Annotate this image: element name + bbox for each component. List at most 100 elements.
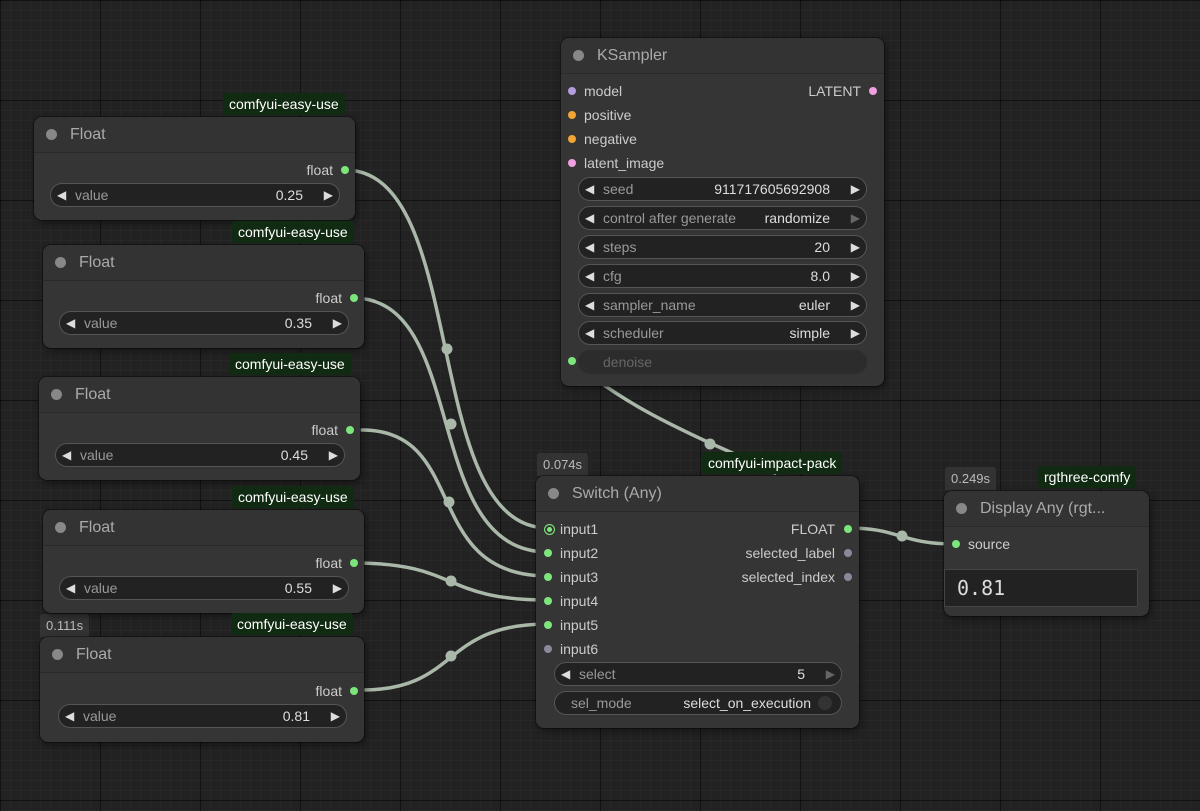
input-label: latent_image xyxy=(584,155,665,171)
input-slot-latent-image[interactable] xyxy=(568,159,576,167)
decrement-arrow-icon[interactable]: ◀ xyxy=(585,265,594,287)
decrement-arrow-icon[interactable]: ◀ xyxy=(57,184,66,206)
output-label: LATENT xyxy=(808,83,861,99)
toggle-knob-icon[interactable] xyxy=(818,696,832,710)
control-after-generate-widget[interactable]: ◀ control after generate randomize ▶ xyxy=(578,206,867,230)
decrement-arrow-icon[interactable]: ◀ xyxy=(66,577,75,599)
decrement-arrow-icon[interactable]: ◀ xyxy=(65,705,74,727)
collapse-dot-icon[interactable] xyxy=(51,389,62,400)
widget-label: value xyxy=(83,708,117,724)
output-label: float xyxy=(315,683,342,699)
decrement-arrow-icon[interactable]: ◀ xyxy=(585,322,594,344)
collapse-dot-icon[interactable] xyxy=(573,50,584,61)
collapse-dot-icon[interactable] xyxy=(52,649,63,660)
value-widget[interactable]: ◀ value 0.55 ▶ xyxy=(59,576,349,600)
input-slot-model[interactable] xyxy=(568,87,576,95)
increment-arrow-icon[interactable]: ▶ xyxy=(333,577,342,599)
decrement-arrow-icon[interactable]: ◀ xyxy=(585,236,594,258)
display-value-text: 0.81 xyxy=(944,569,1138,607)
node-title: Float xyxy=(79,518,115,536)
decrement-arrow-icon[interactable]: ◀ xyxy=(561,663,570,685)
select-widget[interactable]: ◀ select 5 ▶ xyxy=(554,662,842,686)
increment-arrow-icon[interactable]: ▶ xyxy=(851,236,860,258)
input-slot-input2[interactable] xyxy=(544,549,552,557)
collapse-dot-icon[interactable] xyxy=(548,488,559,499)
node-title-bar[interactable]: Switch (Any) xyxy=(536,476,859,512)
output-slot[interactable] xyxy=(350,294,358,302)
increment-arrow-icon[interactable]: ▶ xyxy=(851,294,860,316)
input-slot-input1[interactable] xyxy=(544,524,555,535)
input-slot-input3[interactable] xyxy=(544,573,552,581)
float-node[interactable]: Float float ◀ value 0.55 ▶ xyxy=(43,510,364,613)
node-title-bar[interactable]: Float xyxy=(34,117,355,153)
node-title: Float xyxy=(79,253,115,271)
decrement-arrow-icon[interactable]: ◀ xyxy=(62,444,71,466)
sel-mode-toggle[interactable]: sel_mode select_on_execution xyxy=(554,691,842,715)
node-title-bar[interactable]: Float xyxy=(39,377,360,413)
scheduler-widget[interactable]: ◀ scheduler simple ▶ xyxy=(578,321,867,345)
output-slot-latent[interactable] xyxy=(869,87,877,95)
seed-widget[interactable]: ◀ seed 911717605692908 ▶ xyxy=(578,177,867,201)
collapse-dot-icon[interactable] xyxy=(46,129,57,140)
decrement-arrow-icon[interactable]: ◀ xyxy=(585,294,594,316)
value-widget[interactable]: ◀ value 0.45 ▶ xyxy=(55,443,345,467)
input-slot-negative[interactable] xyxy=(568,135,576,143)
cfg-widget[interactable]: ◀ cfg 8.0 ▶ xyxy=(578,264,867,288)
widget-value: randomize xyxy=(764,210,830,226)
increment-arrow-icon[interactable]: ▶ xyxy=(329,444,338,466)
output-slot[interactable] xyxy=(341,166,349,174)
float-node[interactable]: Float float ◀ value 0.35 ▶ xyxy=(43,245,364,348)
increment-arrow-icon[interactable]: ▶ xyxy=(324,184,333,206)
switch-any-node[interactable]: Switch (Any) input1 input2 input3 input4… xyxy=(536,476,859,728)
decrement-arrow-icon[interactable]: ◀ xyxy=(585,207,594,229)
input-label: model xyxy=(584,83,623,99)
widget-value: euler xyxy=(798,297,830,313)
steps-widget[interactable]: ◀ steps 20 ▶ xyxy=(578,235,867,259)
widget-value: 5 xyxy=(797,666,805,682)
collapse-dot-icon[interactable] xyxy=(956,503,967,514)
display-any-node[interactable]: Display Any (rgt... source 0.81 xyxy=(944,491,1149,616)
float-node[interactable]: Float float ◀ value 0.81 ▶ xyxy=(40,637,364,742)
output-slot-float[interactable] xyxy=(844,525,852,533)
increment-arrow-icon[interactable]: ▶ xyxy=(851,322,860,344)
value-widget[interactable]: ◀ value 0.25 ▶ xyxy=(50,183,340,207)
collapse-dot-icon[interactable] xyxy=(55,257,66,268)
increment-arrow-icon[interactable]: ▶ xyxy=(331,705,340,727)
node-source-tag: comfyui-impact-pack xyxy=(702,452,843,474)
input-slot-input6[interactable] xyxy=(544,645,552,653)
node-title: Float xyxy=(75,385,111,403)
increment-arrow-icon[interactable]: ▶ xyxy=(851,178,860,200)
denoise-widget-disabled: denoise xyxy=(578,350,867,374)
widget-value: 911717605692908 xyxy=(714,181,830,197)
increment-arrow-icon[interactable]: ▶ xyxy=(826,663,835,685)
sampler-name-widget[interactable]: ◀ sampler_name euler ▶ xyxy=(578,293,867,317)
collapse-dot-icon[interactable] xyxy=(55,522,66,533)
execution-time-badge: 0.249s xyxy=(945,467,997,490)
increment-arrow-icon[interactable]: ▶ xyxy=(333,312,342,334)
output-slot[interactable] xyxy=(350,559,358,567)
output-slot[interactable] xyxy=(346,426,354,434)
node-title-bar[interactable]: Float xyxy=(43,510,364,546)
increment-arrow-icon[interactable]: ▶ xyxy=(851,265,860,287)
input-label: input2 xyxy=(560,545,599,561)
denoise-input-slot[interactable] xyxy=(568,357,576,365)
node-title-bar[interactable]: Float xyxy=(43,245,364,281)
decrement-arrow-icon[interactable]: ◀ xyxy=(66,312,75,334)
float-node[interactable]: Float float ◀ value 0.45 ▶ xyxy=(39,377,360,480)
input-slot-input4[interactable] xyxy=(544,597,552,605)
decrement-arrow-icon[interactable]: ◀ xyxy=(585,178,594,200)
value-widget[interactable]: ◀ value 0.81 ▶ xyxy=(58,704,347,728)
value-widget[interactable]: ◀ value 0.35 ▶ xyxy=(59,311,349,335)
output-slot-selected-index[interactable] xyxy=(844,573,852,581)
output-slot-selected-label[interactable] xyxy=(844,549,852,557)
increment-arrow-icon[interactable]: ▶ xyxy=(851,207,860,229)
output-slot[interactable] xyxy=(350,687,358,695)
input-slot-input5[interactable] xyxy=(544,621,552,629)
float-node[interactable]: Float float ◀ value 0.25 ▶ xyxy=(34,117,355,220)
node-title-bar[interactable]: Float xyxy=(40,637,364,673)
ksampler-node[interactable]: KSampler model positive negative latent_… xyxy=(561,38,884,386)
input-slot-positive[interactable] xyxy=(568,111,576,119)
input-slot-source[interactable] xyxy=(952,540,960,548)
node-title-bar[interactable]: KSampler xyxy=(561,38,884,74)
node-title-bar[interactable]: Display Any (rgt... xyxy=(944,491,1149,527)
